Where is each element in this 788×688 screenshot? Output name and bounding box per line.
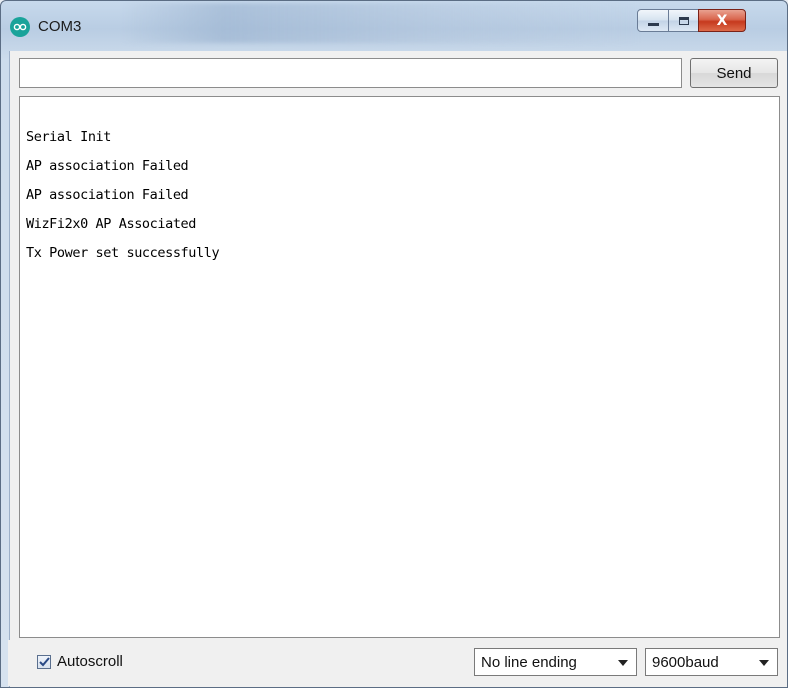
- output-line: Tx Power set successfully: [26, 245, 220, 261]
- close-button[interactable]: X: [698, 9, 746, 32]
- checkmark-icon: [38, 656, 50, 666]
- serial-send-input[interactable]: [19, 58, 682, 88]
- autoscroll-label: Autoscroll: [57, 653, 123, 670]
- minimize-button[interactable]: [637, 9, 669, 32]
- line-ending-value: No line ending: [481, 653, 577, 671]
- send-button-label: Send: [716, 64, 752, 82]
- serial-output-area[interactable]: Serial Init AP association Failed AP ass…: [19, 96, 780, 638]
- close-icon: X: [716, 12, 728, 29]
- title-bar-background-blur: [121, 3, 641, 43]
- minimize-icon: [647, 22, 659, 26]
- arduino-icon: [10, 17, 30, 37]
- output-line: Serial Init: [26, 129, 112, 145]
- chevron-down-icon: [759, 660, 769, 666]
- title-bar[interactable]: COM3 X: [1, 1, 787, 51]
- baud-rate-select[interactable]: 9600baud: [645, 648, 778, 676]
- output-line: WizFi2x0 AP Associated: [26, 216, 197, 232]
- output-line: AP association Failed: [26, 158, 189, 174]
- window-title: COM3: [38, 18, 82, 35]
- send-button[interactable]: Send: [690, 58, 778, 88]
- output-line: AP association Failed: [26, 187, 189, 203]
- maximize-button[interactable]: [668, 9, 699, 32]
- line-ending-select[interactable]: No line ending: [474, 648, 637, 676]
- chevron-down-icon: [618, 660, 628, 666]
- autoscroll-checkbox[interactable]: Autoscroll: [37, 653, 123, 670]
- checkbox-box[interactable]: [37, 654, 51, 669]
- maximize-icon: [678, 16, 689, 25]
- baud-rate-value: 9600baud: [652, 653, 719, 671]
